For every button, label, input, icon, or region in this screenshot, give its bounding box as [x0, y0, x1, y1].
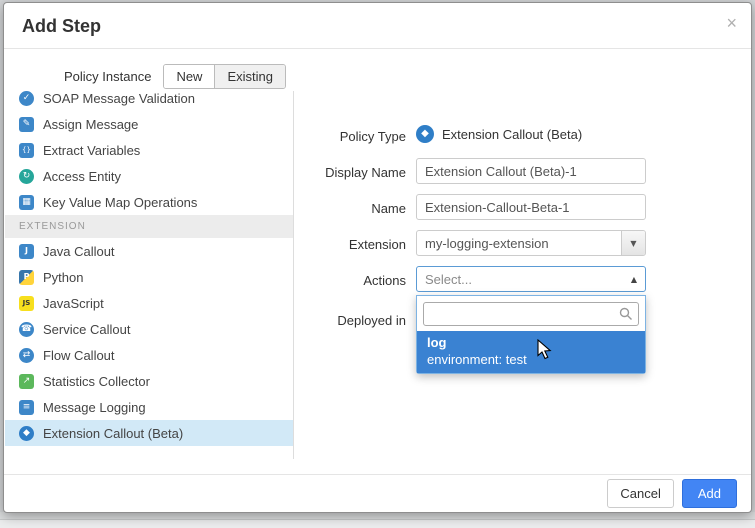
policy-item-assign-message[interactable]: ✎ Assign Message	[5, 111, 293, 137]
policy-item-key-value-map-operations[interactable]: ▦ Key Value Map Operations	[5, 189, 293, 215]
cancel-button[interactable]: Cancel	[607, 479, 673, 508]
policy-item-label: Access Entity	[43, 169, 121, 184]
name-label: Name	[266, 201, 406, 216]
statistics-collector-icon: ↗	[19, 374, 34, 389]
extension-select-arrow-box[interactable]: ▼	[621, 231, 645, 255]
java-callout-icon: J	[19, 244, 34, 259]
policy-item-label: Extension Callout (Beta)	[43, 426, 183, 441]
name-field[interactable]	[416, 194, 646, 220]
service-callout-icon: ☎	[19, 322, 34, 337]
policy-item-statistics-collector[interactable]: ↗ Statistics Collector	[5, 368, 293, 394]
chevron-down-icon: ▼	[630, 239, 636, 248]
existing-toggle-button[interactable]: Existing	[214, 65, 285, 88]
policy-item-label: JavaScript	[43, 296, 104, 311]
assign-message-icon: ✎	[19, 117, 34, 132]
actions-select-value: Select...	[417, 272, 631, 287]
message-logging-icon: ≡	[19, 400, 34, 415]
policy-item-label: SOAP Message Validation	[43, 91, 195, 106]
policy-instance-row: Policy Instance New Existing	[64, 64, 286, 89]
policy-instance-label: Policy Instance	[64, 69, 151, 84]
policy-type-label: Policy Type	[266, 129, 406, 144]
policy-item-soap-message-validation[interactable]: ✓ SOAP Message Validation	[5, 91, 293, 111]
modal-footer: Cancel Add	[4, 474, 751, 512]
actions-label: Actions	[266, 273, 406, 288]
page-background	[0, 512, 755, 528]
dropdown-options: log environment: test	[417, 331, 645, 373]
policy-item-label: Extract Variables	[43, 143, 140, 158]
extension-label: Extension	[266, 237, 406, 252]
policy-type-icon: ◆	[416, 125, 434, 143]
screen: Add Step × Policy Instance New Existing …	[0, 0, 755, 528]
policy-list[interactable]: ✓ SOAP Message Validation ✎ Assign Messa…	[5, 91, 294, 459]
close-icon[interactable]: ×	[726, 14, 737, 32]
policy-type-value: ◆ Extension Callout (Beta)	[416, 125, 582, 143]
dropdown-option-title: log	[427, 334, 635, 351]
modal-title: Add Step	[22, 16, 101, 37]
dropdown-option-log[interactable]: log environment: test	[417, 331, 645, 373]
deployed-in-label: Deployed in	[266, 313, 406, 328]
policy-item-label: Message Logging	[43, 400, 146, 415]
extension-select-value: my-logging-extension	[417, 236, 621, 251]
flow-callout-icon: ⇄	[19, 348, 34, 363]
policy-item-python[interactable]: P Python	[5, 264, 293, 290]
actions-select[interactable]: Select... ▲	[416, 266, 646, 292]
dropdown-search-input[interactable]	[423, 302, 639, 326]
policy-item-label: Assign Message	[43, 117, 138, 132]
add-button[interactable]: Add	[682, 479, 737, 508]
dropdown-search-wrap	[417, 302, 645, 326]
chevron-up-icon: ▲	[631, 275, 645, 284]
new-toggle-button[interactable]: New	[164, 65, 214, 88]
soap-message-validation-icon: ✓	[19, 91, 34, 106]
policy-instance-toggle: New Existing	[163, 64, 286, 89]
policy-item-label: Python	[43, 270, 83, 285]
extension-section-header: EXTENSION	[5, 215, 293, 238]
key-value-map-operations-icon: ▦	[19, 195, 34, 210]
add-step-modal: Add Step × Policy Instance New Existing …	[3, 2, 752, 513]
dropdown-option-subtitle: environment: test	[427, 351, 635, 368]
extension-select[interactable]: my-logging-extension ▼	[416, 230, 646, 256]
policy-item-extension-callout-selected[interactable]: ◆ Extension Callout (Beta)	[5, 420, 293, 446]
policy-item-label: Key Value Map Operations	[43, 195, 197, 210]
policy-item-message-logging[interactable]: ≡ Message Logging	[5, 394, 293, 420]
policy-item-label: Service Callout	[43, 322, 130, 337]
modal-header: Add Step ×	[4, 3, 751, 49]
policy-item-flow-callout[interactable]: ⇄ Flow Callout	[5, 342, 293, 368]
policy-item-service-callout[interactable]: ☎ Service Callout	[5, 316, 293, 342]
policy-item-label: Flow Callout	[43, 348, 115, 363]
policy-type-text: Extension Callout (Beta)	[442, 127, 582, 142]
access-entity-icon: ↻	[19, 169, 34, 184]
policy-item-java-callout[interactable]: J Java Callout	[5, 238, 293, 264]
policy-item-javascript[interactable]: JS JavaScript	[5, 290, 293, 316]
extract-variables-icon: {}	[19, 143, 34, 158]
policy-item-extract-variables[interactable]: {} Extract Variables	[5, 137, 293, 163]
background-table-row	[0, 519, 755, 528]
policy-item-label: Statistics Collector	[43, 374, 150, 389]
javascript-icon: JS	[19, 296, 34, 311]
python-icon: P	[19, 270, 34, 285]
search-icon	[619, 307, 633, 321]
display-name-field[interactable]	[416, 158, 646, 184]
policy-item-label: Java Callout	[43, 244, 115, 259]
actions-dropdown-panel: log environment: test	[416, 295, 646, 374]
policy-item-access-entity[interactable]: ↻ Access Entity	[5, 163, 293, 189]
extension-callout-icon: ◆	[19, 426, 34, 441]
display-name-label: Display Name	[266, 165, 406, 180]
